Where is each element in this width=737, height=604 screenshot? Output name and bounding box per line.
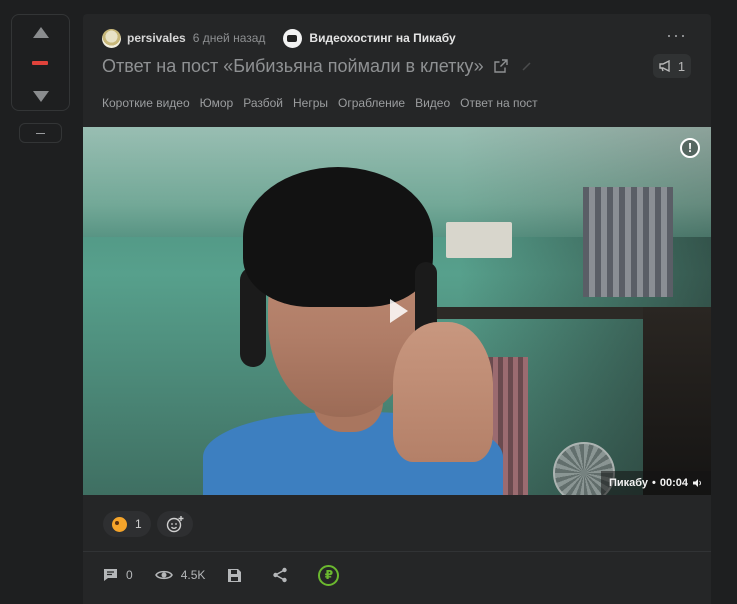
community-name[interactable]: Видеохостинг на Пикабу bbox=[309, 31, 455, 45]
minus-icon bbox=[36, 132, 45, 134]
add-emoji-icon bbox=[166, 516, 184, 533]
post-time: 6 дней назад bbox=[192, 31, 266, 45]
rating-hidden-indicator bbox=[32, 61, 48, 65]
tag-list: Короткие видео Юмор Разбой Негры Ограбле… bbox=[102, 96, 548, 110]
play-icon[interactable] bbox=[390, 299, 408, 323]
footer-divider bbox=[83, 551, 711, 552]
comments-button[interactable]: 0 bbox=[103, 568, 133, 582]
reaction-count: 1 bbox=[135, 517, 142, 531]
video-frame-ac-unit bbox=[446, 222, 512, 258]
video-info-separator: • bbox=[652, 477, 656, 489]
rating-panel bbox=[11, 14, 70, 111]
video-frame-hair bbox=[243, 167, 433, 307]
repost-count-button[interactable]: 1 bbox=[653, 54, 691, 78]
community-avatar[interactable] bbox=[283, 28, 303, 48]
share-button[interactable] bbox=[272, 567, 296, 583]
collapse-post-button[interactable] bbox=[19, 123, 62, 143]
views-count: 4.5K bbox=[180, 568, 206, 582]
tag-item[interactable]: Негры bbox=[293, 96, 328, 110]
post-meta: persivales 6 дней назад Видеохостинг на … bbox=[102, 28, 456, 48]
save-button[interactable] bbox=[227, 568, 250, 583]
author-name[interactable]: persivales bbox=[127, 31, 186, 45]
comment-icon bbox=[104, 569, 117, 581]
reaction-chip[interactable]: 1 bbox=[103, 511, 151, 537]
upvote-button[interactable] bbox=[33, 27, 49, 38]
tag-item[interactable]: Разбой bbox=[243, 96, 283, 110]
repost-count: 1 bbox=[677, 58, 686, 74]
video-info-bar: Пикабу • 00:04 bbox=[600, 471, 711, 495]
reactions-bar: 1 bbox=[103, 511, 199, 537]
edit-icon bbox=[522, 62, 531, 71]
tag-item[interactable]: Короткие видео bbox=[102, 96, 190, 110]
open-external-icon[interactable] bbox=[493, 59, 508, 73]
face-emoji-icon bbox=[112, 516, 127, 532]
tag-item[interactable]: Юмор bbox=[200, 96, 234, 110]
video-frame-shadow bbox=[643, 307, 711, 495]
eye-icon bbox=[154, 570, 173, 580]
views-indicator: 4.5K bbox=[154, 568, 206, 582]
video-frame-hand bbox=[393, 322, 493, 462]
tag-item[interactable]: Видео bbox=[415, 96, 450, 110]
author-avatar[interactable] bbox=[102, 28, 121, 48]
video-frame-curtain bbox=[583, 187, 673, 297]
sound-icon[interactable] bbox=[693, 478, 703, 488]
more-options-icon[interactable]: ··· bbox=[666, 26, 687, 44]
tag-item[interactable]: Ответ на пост bbox=[460, 96, 537, 110]
add-reaction-button[interactable] bbox=[156, 511, 193, 537]
save-icon bbox=[228, 568, 242, 582]
tag-item[interactable]: Ограбление bbox=[338, 96, 405, 110]
downvote-button[interactable] bbox=[33, 91, 49, 102]
donate-ruble-icon[interactable]: ₽ bbox=[318, 564, 340, 586]
post-footer: 0 4.5K ₽ bbox=[103, 564, 340, 586]
video-source: Пикабу bbox=[608, 477, 648, 489]
video-player[interactable]: ! Пикабу • 00:04 bbox=[83, 127, 711, 495]
title-row: Ответ на пост «Бибизьяна поймали в клетк… bbox=[102, 54, 532, 78]
video-duration: 00:04 bbox=[659, 477, 688, 489]
comments-count: 0 bbox=[126, 568, 133, 582]
share-icon bbox=[273, 567, 288, 583]
post-card: persivales 6 дней назад Видеохостинг на … bbox=[83, 14, 711, 604]
megaphone-icon bbox=[659, 60, 670, 72]
post-title[interactable]: Ответ на пост «Бибизьяна поймали в клетк… bbox=[102, 56, 484, 77]
report-icon[interactable]: ! bbox=[680, 138, 700, 158]
